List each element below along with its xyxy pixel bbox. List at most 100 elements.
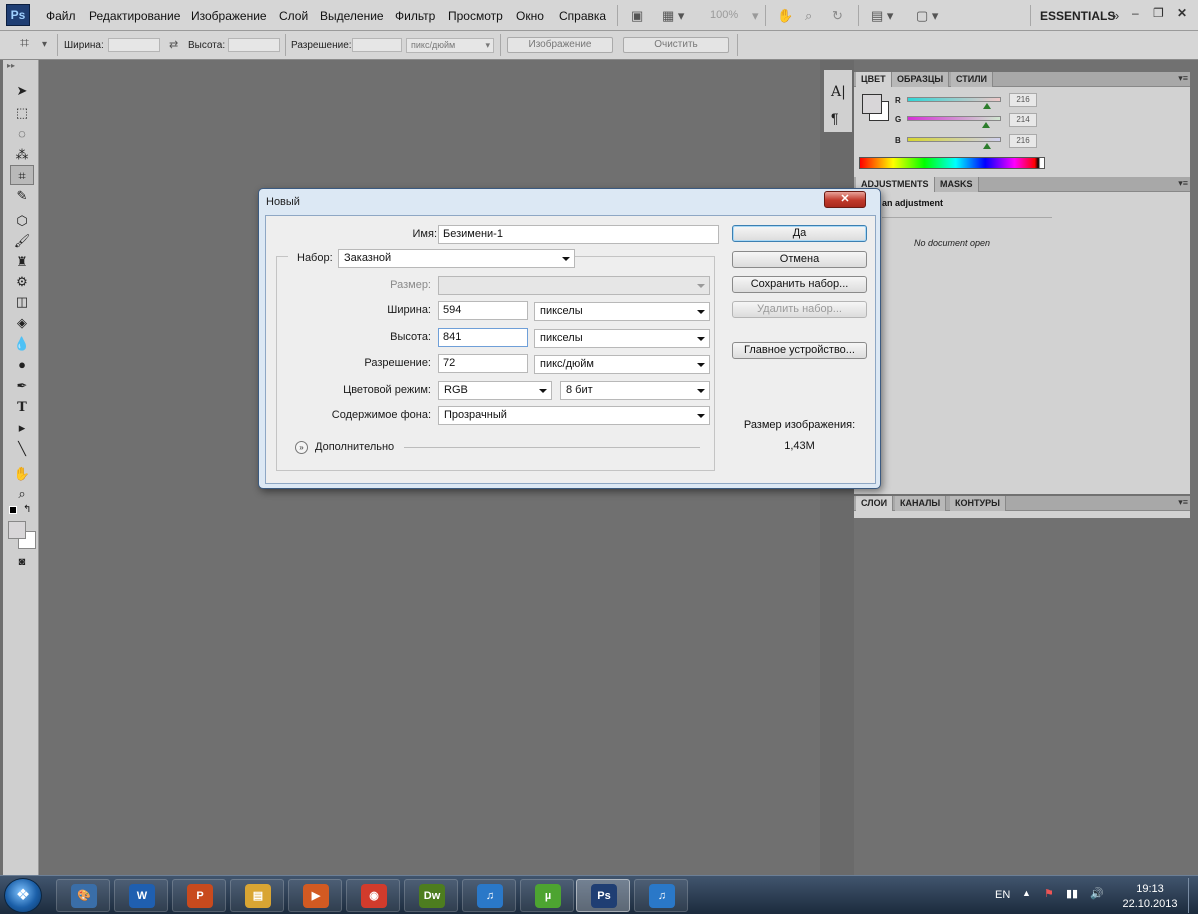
tab-swatches[interactable]: ОБРАЗЦЫ	[892, 72, 950, 87]
background-contents-select[interactable]: Прозрачный	[438, 406, 710, 425]
zoom-level[interactable]: 100%	[710, 9, 738, 21]
screen-mode-icon[interactable]: ▢ ▾	[916, 7, 938, 24]
menu-image[interactable]: Изображение	[191, 9, 267, 23]
show-hidden-icons-icon[interactable]: ▲	[1022, 888, 1031, 898]
swap-colors-icon[interactable]: ↰	[23, 504, 31, 515]
front-image-button[interactable]: Изображение	[507, 37, 613, 53]
eraser-tool-icon[interactable]: ◫	[10, 292, 34, 312]
blur-tool-icon[interactable]: 💧	[10, 334, 34, 354]
width-units-select[interactable]: пикселы	[534, 302, 710, 321]
dodge-tool-icon[interactable]: ●	[10, 355, 34, 375]
advanced-label[interactable]: Дополнительно	[315, 441, 394, 453]
panel-menu-icon[interactable]: ▾≡	[1178, 178, 1188, 189]
clock-date[interactable]: 22.10.2013	[1118, 898, 1182, 910]
menu-filter[interactable]: Фильтр	[395, 9, 435, 23]
menu-layer[interactable]: Слой	[279, 9, 308, 23]
hand-tool-icon[interactable]: ✋	[10, 464, 34, 484]
close-icon[interactable]: ✕	[1177, 6, 1187, 20]
green-slider-thumb[interactable]	[981, 122, 990, 128]
taskbar-utorrent-app[interactable]: µ	[520, 879, 574, 912]
extras-icon[interactable]: ▦ ▾	[662, 7, 684, 24]
healing-tool-icon[interactable]: ⬡	[10, 211, 34, 231]
dialog-close-button[interactable]: ✕	[824, 191, 866, 208]
cancel-button[interactable]: Отмена	[732, 251, 867, 268]
workspace-switcher[interactable]: ESSENTIALS	[1040, 9, 1115, 23]
line-tool-icon[interactable]: ╲	[10, 439, 34, 459]
swap-icon[interactable]: ⇄	[169, 37, 178, 54]
hand-icon[interactable]: ✋	[777, 7, 793, 24]
paint-bucket-tool-icon[interactable]: ◈	[10, 313, 34, 333]
blue-value-field[interactable]: 216	[1009, 134, 1037, 148]
green-slider[interactable]	[907, 116, 1001, 121]
ok-button[interactable]: Да	[732, 225, 867, 242]
height-units-select[interactable]: пикселы	[534, 329, 710, 348]
advanced-toggle-icon[interactable]: »	[295, 441, 308, 454]
red-slider-thumb[interactable]	[982, 103, 991, 109]
name-input[interactable]: Безимени-1	[438, 225, 719, 244]
tab-channels[interactable]: КАНАЛЫ	[895, 496, 947, 511]
paragraph-panel-icon[interactable]: ¶	[831, 110, 839, 126]
restore-icon[interactable]: ❐	[1153, 6, 1164, 20]
resolution-input[interactable]: 72	[438, 354, 528, 373]
taskbar-chrome-app[interactable]: ◉	[346, 879, 400, 912]
resolution-units-select[interactable]: пикс/дюйм	[534, 355, 710, 374]
bit-depth-select[interactable]: 8 бит	[560, 381, 710, 400]
chevron-down-icon[interactable]: »	[1112, 7, 1119, 24]
arrange-documents-icon[interactable]: ▤ ▾	[871, 7, 893, 24]
clear-button[interactable]: Очистить	[623, 37, 729, 53]
history-brush-tool-icon[interactable]: ⚙	[10, 272, 34, 292]
taskbar-dreamweaver-app[interactable]: Dw	[404, 879, 458, 912]
crop-icon[interactable]: ⌗	[20, 35, 29, 52]
character-panel-icon[interactable]: A|	[831, 84, 846, 100]
minimize-icon[interactable]: –	[1132, 6, 1139, 20]
show-desktop-button[interactable]	[1188, 878, 1196, 913]
taskbar-itunes-app[interactable]: ♫	[462, 879, 516, 912]
foreground-color-swatch[interactable]	[8, 521, 26, 539]
move-tool-icon[interactable]: ➤	[10, 81, 34, 101]
network-warning-icon[interactable]: ⚑	[1044, 887, 1054, 900]
menu-select[interactable]: Выделение	[320, 9, 384, 23]
tab-masks[interactable]: MASKS	[935, 177, 979, 192]
brush-tool-icon[interactable]: 🖌	[10, 231, 34, 251]
bridge-icon[interactable]: ▣	[631, 7, 643, 24]
chevron-down-icon[interactable]: ▾	[42, 36, 47, 53]
width-input[interactable]: 594	[438, 301, 528, 320]
menu-edit[interactable]: Редактирование	[89, 9, 180, 23]
volume-icon[interactable]: 🔊	[1090, 887, 1104, 900]
tab-layers[interactable]: СЛОИ	[856, 496, 894, 511]
clone-stamp-tool-icon[interactable]: ♜	[10, 252, 34, 272]
start-button[interactable]: ❖	[4, 878, 42, 913]
taskbar-word-app[interactable]: W	[114, 879, 168, 912]
zoom-icon[interactable]: ⌕	[805, 7, 812, 24]
action-center-icon[interactable]: ▮▮	[1066, 887, 1078, 900]
type-tool-icon[interactable]: T	[10, 398, 34, 418]
taskbar-explorer-app[interactable]: ▤	[230, 879, 284, 912]
width-field[interactable]	[108, 38, 160, 52]
marquee-tool-icon[interactable]: ⬚	[10, 103, 34, 123]
taskbar-itunes-app-2[interactable]: ♫	[634, 879, 688, 912]
red-value-field[interactable]: 216	[1009, 93, 1037, 107]
magic-wand-tool-icon[interactable]: ⁂	[10, 145, 34, 165]
blue-slider[interactable]	[907, 137, 1001, 142]
color-mode-select[interactable]: RGB	[438, 381, 552, 400]
zoom-tool-icon[interactable]: ⌕	[10, 484, 34, 504]
panel-menu-icon[interactable]: ▾≡	[1178, 497, 1188, 508]
quick-mask-icon[interactable]: ◙	[10, 552, 34, 572]
height-field[interactable]	[228, 38, 280, 52]
pen-tool-icon[interactable]: ✒	[10, 376, 34, 396]
green-value-field[interactable]: 214	[1009, 113, 1037, 127]
taskbar-photoshop-app[interactable]: Ps	[576, 879, 630, 912]
menu-help[interactable]: Справка	[559, 9, 606, 23]
blue-slider-thumb[interactable]	[982, 143, 991, 149]
preset-select[interactable]: Заказной	[338, 249, 575, 268]
collapse-icon[interactable]: ▸▸	[7, 61, 15, 70]
device-central-button[interactable]: Главное устройство...	[732, 342, 867, 359]
taskbar-powerpoint-app[interactable]: P	[172, 879, 226, 912]
menu-window[interactable]: Окно	[516, 9, 544, 23]
resolution-field[interactable]	[352, 38, 402, 52]
taskbar-media-player-app[interactable]: ▶	[288, 879, 342, 912]
eyedropper-tool-icon[interactable]: ✎	[10, 186, 34, 206]
menu-file[interactable]: Файл	[46, 9, 76, 23]
foreground-color-swatch[interactable]	[862, 94, 882, 114]
panel-menu-icon[interactable]: ▾≡	[1178, 73, 1188, 84]
